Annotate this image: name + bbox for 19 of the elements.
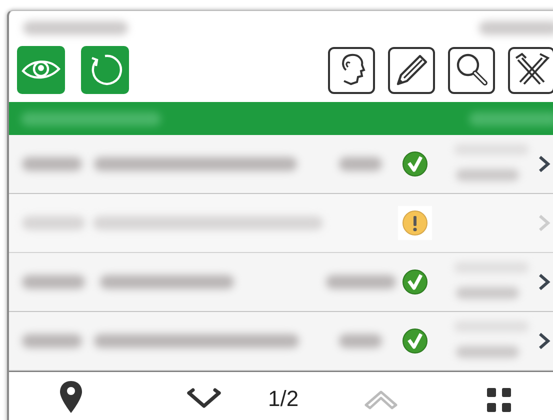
grid-icon[interactable] bbox=[486, 387, 512, 413]
blurred-text bbox=[326, 275, 396, 289]
blurred-text bbox=[22, 334, 82, 348]
location-pin-icon[interactable] bbox=[59, 380, 83, 414]
search-button[interactable] bbox=[448, 46, 495, 94]
blurred-text bbox=[22, 157, 82, 171]
blurred-text bbox=[456, 287, 519, 299]
blurred-text bbox=[456, 169, 519, 181]
chevron-down-icon[interactable] bbox=[185, 388, 223, 410]
page-indicator: 1/2 bbox=[268, 386, 299, 412]
edit-button[interactable] bbox=[388, 46, 435, 94]
blurred-text bbox=[22, 275, 85, 289]
blurred-text bbox=[339, 334, 382, 348]
blurred-text bbox=[339, 157, 382, 171]
blurred-text bbox=[456, 346, 519, 358]
view-button[interactable] bbox=[17, 46, 65, 94]
tools-button[interactable] bbox=[508, 46, 553, 94]
refresh-button[interactable] bbox=[81, 46, 129, 94]
profile-button[interactable] bbox=[328, 46, 375, 94]
